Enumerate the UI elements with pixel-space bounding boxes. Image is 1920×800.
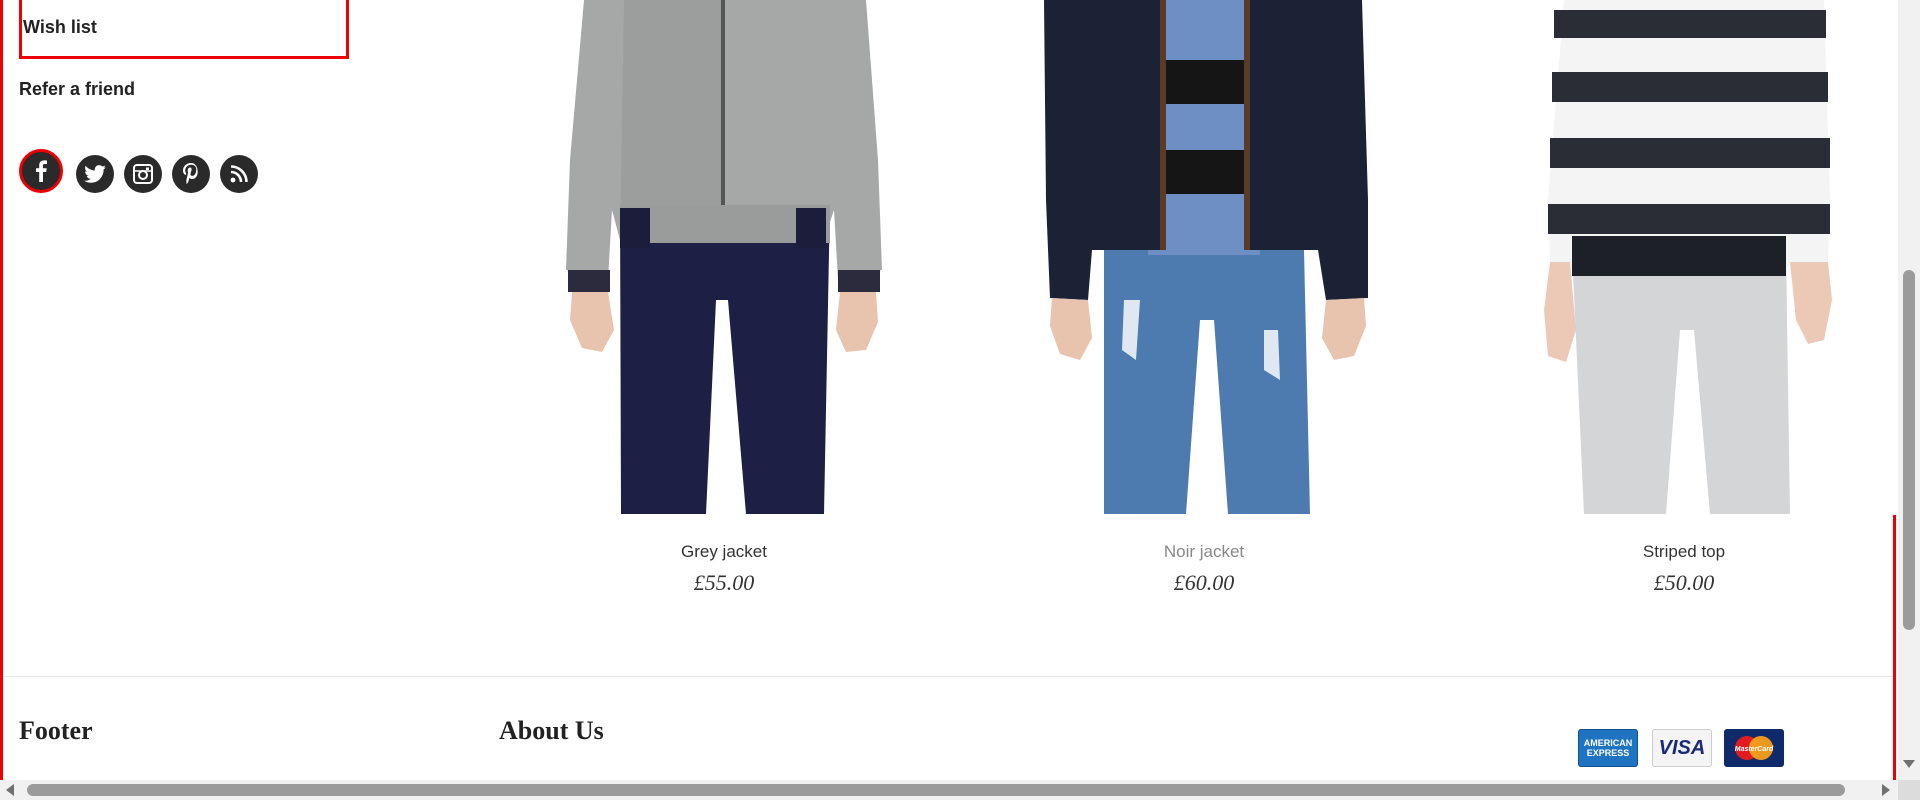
- scroll-right-arrow-icon[interactable]: [1882, 784, 1890, 796]
- scroll-down-arrow-icon[interactable]: [1903, 760, 1915, 768]
- twitter-icon[interactable]: [76, 155, 114, 193]
- product-image-noir-jacket[interactable]: [964, 0, 1444, 514]
- pinterest-icon[interactable]: [172, 155, 210, 193]
- vertical-scrollbar-thumb[interactable]: [1903, 270, 1915, 630]
- product-card[interactable]: Noir jacket £60.00: [964, 0, 1444, 600]
- about-us-heading: About Us: [499, 716, 604, 745]
- instagram-icon[interactable]: [124, 155, 162, 193]
- vertical-scrollbar[interactable]: [1898, 0, 1920, 780]
- product-name[interactable]: Grey jacket: [484, 542, 964, 562]
- page-viewport: Wish list Refer a friend Grey jacket £55…: [0, 0, 1898, 780]
- refer-a-friend-link[interactable]: Refer a friend: [19, 79, 135, 100]
- horizontal-scrollbar-thumb[interactable]: [27, 784, 1845, 796]
- horizontal-scrollbar[interactable]: [0, 780, 1898, 800]
- product-price: £50.00: [1653, 570, 1715, 595]
- wish-list-link[interactable]: Wish list: [23, 17, 97, 38]
- product-name[interactable]: Striped top: [1444, 542, 1898, 562]
- mastercard-card-icon: MasterCard: [1724, 729, 1784, 767]
- product-image-striped-top[interactable]: [1444, 0, 1898, 514]
- product-card[interactable]: Striped top £50.00: [1444, 0, 1898, 600]
- svg-text:MasterCard: MasterCard: [1735, 746, 1774, 753]
- visa-card-icon: VISA: [1652, 729, 1712, 767]
- footer-divider: [5, 676, 1893, 677]
- scrollbar-corner: [1898, 780, 1920, 800]
- rss-icon[interactable]: [220, 155, 258, 193]
- scroll-left-arrow-icon[interactable]: [6, 784, 14, 796]
- focus-outline-left: [0, 0, 3, 780]
- product-card[interactable]: Grey jacket £55.00: [484, 0, 964, 600]
- focus-outline-right: [1893, 515, 1896, 780]
- amex-card-icon: AMERICAN EXPRESS: [1578, 729, 1638, 767]
- footer-heading: Footer: [19, 716, 93, 745]
- product-image-grey-jacket[interactable]: [484, 0, 964, 514]
- facebook-icon[interactable]: [19, 149, 63, 193]
- product-price: £55.00: [693, 570, 755, 595]
- product-name[interactable]: Noir jacket: [964, 542, 1444, 562]
- product-price: £60.00: [1173, 570, 1235, 595]
